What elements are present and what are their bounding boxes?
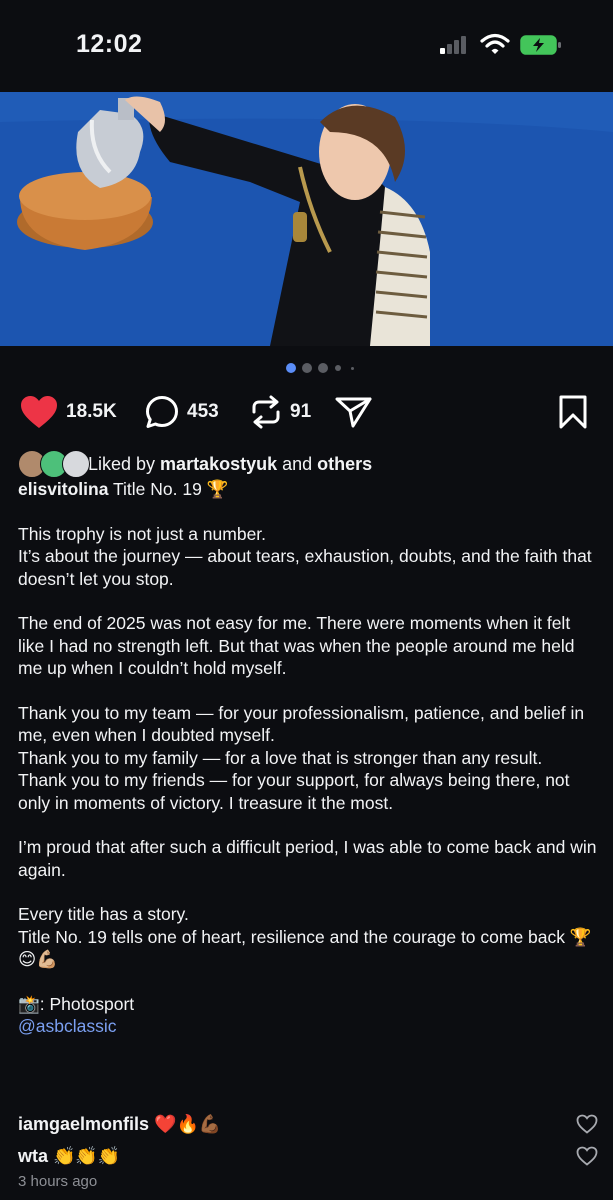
- battery-charging-icon: [520, 35, 561, 55]
- comment-username[interactable]: wta: [18, 1146, 48, 1167]
- bookmark-icon: [559, 395, 587, 429]
- caption-title: Title No. 19 🏆: [108, 479, 229, 499]
- comment-username[interactable]: iamgaelmonfils: [18, 1114, 149, 1135]
- carousel-dot: [318, 363, 328, 373]
- caption-line: Title No. 19 tells one of heart, resilie…: [18, 926, 592, 970]
- comment-row: wta 👏👏👏: [18, 1140, 598, 1172]
- comment-text: ❤️🔥💪🏾: [149, 1113, 222, 1134]
- liked-by-others[interactable]: others: [317, 454, 372, 475]
- caption-line: Thank you to my friends — for your suppo…: [18, 770, 570, 813]
- caption-line: Thank you to my team — for your professi…: [18, 702, 585, 746]
- carousel-dot: [286, 363, 296, 373]
- like-button[interactable]: 18.5K: [20, 392, 117, 432]
- carousel-dot: [302, 363, 312, 373]
- caption-title-line: elisvitolina Title No. 19 🏆: [18, 478, 598, 501]
- comment-count: 453: [187, 401, 219, 422]
- heart-filled-icon: [21, 396, 57, 428]
- share-button[interactable]: [335, 392, 373, 432]
- caption-line: It’s about the journey — about tears, ex…: [18, 546, 592, 589]
- liked-by-user[interactable]: martakostyuk: [160, 454, 277, 475]
- comment-row: iamgaelmonfils ❤️🔥💪🏾: [18, 1108, 598, 1140]
- liked-by-and: and: [277, 453, 318, 474]
- avatar: [62, 450, 90, 478]
- comment-icon: [146, 396, 178, 428]
- heart-outline-icon[interactable]: [576, 1146, 598, 1166]
- caption-body: This trophy is not just a number. It’s ab…: [18, 523, 598, 1016]
- caption-line: I’m proud that after such a difficult pe…: [18, 837, 597, 880]
- caption-line: This trophy is not just a number.: [18, 523, 267, 544]
- caption-line: 📸: Photosport: [18, 993, 135, 1014]
- post-image[interactable]: [0, 92, 613, 346]
- comment-button[interactable]: 453: [145, 392, 219, 432]
- repost-button[interactable]: 91: [250, 392, 311, 432]
- status-time: 12:02: [76, 30, 143, 58]
- caption-line: The end of 2025 was not easy for me. The…: [18, 613, 575, 678]
- status-bar: 12:02: [0, 0, 613, 92]
- liked-by-avatars: [18, 450, 90, 478]
- caption-line: Every title has a story.: [18, 904, 189, 924]
- liked-by-prefix: Liked by: [88, 453, 161, 474]
- repost-count: 91: [290, 401, 312, 422]
- cellular-signal-icon: [440, 36, 472, 54]
- carousel-indicator: [0, 362, 613, 376]
- action-bar: 18.5K 453 91: [0, 392, 613, 432]
- liked-by-row[interactable]: Liked by martakostyuk and others: [18, 450, 372, 478]
- carousel-dot: [351, 366, 354, 370]
- author-username[interactable]: elisvitolina: [18, 479, 108, 499]
- like-count: 18.5K: [66, 401, 117, 422]
- post-timestamp: 3 hours ago: [18, 1173, 98, 1190]
- comment-text: 👏👏👏: [48, 1145, 121, 1166]
- post-caption: elisvitolina Title No. 19 🏆 This trophy …: [18, 478, 598, 1038]
- wifi-icon: [480, 33, 510, 54]
- heart-outline-icon[interactable]: [576, 1114, 598, 1134]
- carousel-dot: [335, 365, 341, 371]
- mention-link[interactable]: @asbclassic: [18, 1016, 117, 1036]
- repost-icon: [252, 395, 280, 429]
- comments-list: iamgaelmonfils ❤️🔥💪🏾 wta 👏👏👏: [18, 1108, 598, 1172]
- bookmark-button[interactable]: [558, 392, 588, 432]
- share-icon: [335, 397, 372, 428]
- caption-line: Thank you to my family — for a love that…: [18, 747, 543, 768]
